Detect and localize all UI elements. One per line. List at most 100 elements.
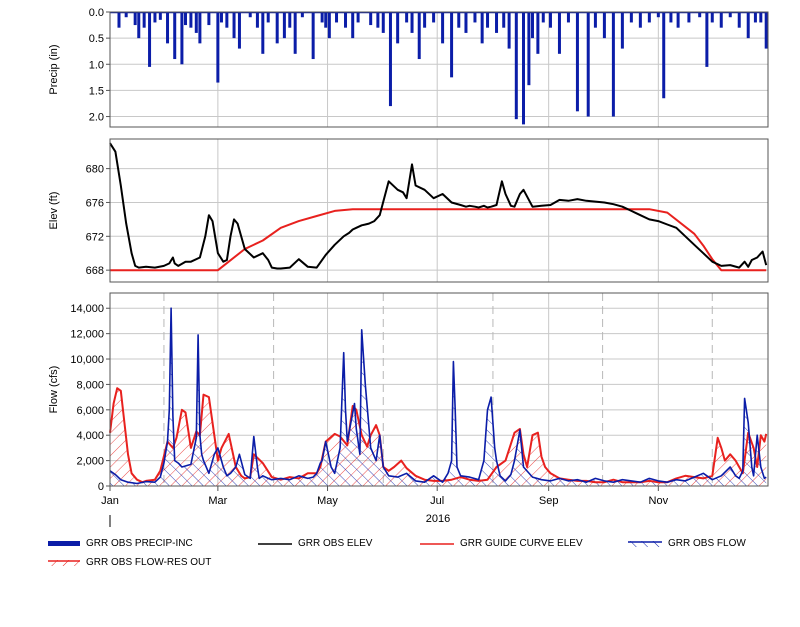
legend-item-res-out: GRR OBS FLOW-RES OUT	[48, 557, 211, 568]
precip-bar-15	[207, 12, 211, 26]
precip-bar-19	[232, 12, 236, 39]
precip-bar-8	[166, 12, 170, 44]
legend-swatch-guide-curve	[420, 542, 454, 545]
precip-bar-42	[396, 12, 400, 44]
precip-bar-59	[521, 12, 525, 125]
elev-ytick-label-2: 676	[86, 197, 104, 209]
precip-bar-84	[719, 12, 723, 28]
elev-ytick-label-0: 668	[86, 265, 104, 277]
precip-ytick-label-2: 1.0	[89, 59, 104, 71]
precip-bar-71	[611, 12, 615, 117]
precip-bar-35	[344, 12, 348, 28]
flow-ytick-label-0: 0	[98, 481, 104, 493]
precip-bar-5	[148, 12, 152, 67]
precip-bar-22	[255, 12, 259, 28]
precip-bar-4	[142, 12, 146, 28]
precip-bar-90	[764, 12, 768, 49]
legend-item-obs-flow: GRR OBS FLOW	[628, 538, 746, 549]
precip-bar-28	[293, 12, 297, 54]
legend-item-precip: GRR OBS PRECIP-INC	[48, 538, 193, 549]
precip-bar-78	[669, 12, 673, 23]
precip-bar-80	[687, 12, 691, 23]
precip-bar-13	[194, 12, 198, 33]
precip-bar-44	[410, 12, 414, 33]
precip-bar-0	[117, 12, 121, 28]
flow-ytick-label-6: 12,000	[70, 329, 104, 341]
precip-bar-79	[676, 12, 680, 28]
legend-item-guide-curve: GRR GUIDE CURVE ELEV	[420, 538, 583, 549]
flow-ytick-label-2: 4,000	[76, 430, 104, 442]
precip-bar-18	[225, 12, 229, 28]
legend-swatch-obs-flow	[628, 540, 662, 547]
precip-bar-34	[335, 12, 339, 23]
elev-ytick-label-1: 672	[86, 231, 104, 243]
flow-ytick-label-1: 2,000	[76, 456, 104, 468]
precip-bar-74	[638, 12, 642, 28]
precip-bar-65	[557, 12, 561, 54]
precip-bar-20	[237, 12, 241, 49]
flow-panel: 0 2,000 4,000 6,000 8,000 10,000 12,000 14,000 F…	[48, 292, 769, 493]
precip-bar-70	[602, 12, 606, 39]
x-tick-label-1: Mar	[208, 495, 227, 507]
precip-bar-25	[275, 12, 279, 44]
hydrograph-chart: 0.0 0.5 1.0 1.5 2.0 Precip (in) 668 672 676 680 E…	[48, 7, 769, 527]
precip-bar-26	[282, 12, 286, 39]
precip-bar-48	[441, 12, 445, 44]
legend-swatch-precip	[48, 540, 80, 546]
precip-bar-83	[710, 12, 714, 23]
legend-item-elev: GRR OBS ELEV	[258, 538, 372, 549]
precip-bar-10	[180, 12, 184, 65]
precip-bar-57	[507, 12, 511, 49]
flow-ytick-label-4: 8,000	[76, 379, 104, 391]
precip-bar-24	[266, 12, 270, 23]
precip-bar-27	[288, 12, 292, 28]
legend-label-res-out: GRR OBS FLOW-RES OUT	[86, 557, 212, 568]
flow-ytick-label-5: 10,000	[70, 354, 104, 366]
flow-ytick-label-7: 14,000	[70, 303, 104, 315]
legend-label-obs-flow: GRR OBS FLOW	[668, 538, 746, 549]
precip-bar-12	[189, 12, 193, 28]
precip-bar-33	[327, 12, 331, 39]
precip-bar-47	[432, 12, 436, 23]
flow-ylabel: Flow (cfs)	[48, 366, 60, 414]
x-axis: Jan Mar May Jul Sep Nov 2016	[101, 486, 669, 527]
precip-bar-64	[548, 12, 552, 28]
precip-ytick-label-0: 0.0	[89, 7, 104, 19]
precip-bar-52	[473, 12, 477, 23]
x-year-label: 2016	[426, 513, 450, 525]
precip-bar-9	[173, 12, 177, 60]
precip-bar-60	[527, 12, 531, 86]
precip-bar-88	[753, 12, 757, 23]
precip-bar-53	[480, 12, 484, 44]
precip-bar-67	[575, 12, 579, 112]
precip-bar-6	[153, 12, 157, 23]
precip-background	[110, 12, 768, 127]
x-tick-label-4: Sep	[539, 495, 559, 507]
precip-bar-37	[356, 12, 360, 23]
precip-bar-41	[388, 12, 392, 107]
precip-bar-17	[219, 12, 223, 23]
precip-bar-51	[464, 12, 468, 33]
precip-bar-61	[530, 12, 534, 39]
precip-bar-45	[417, 12, 421, 60]
precip-bar-16	[216, 12, 220, 83]
precip-ytick-label-4: 2.0	[89, 112, 104, 124]
precip-bar-23	[261, 12, 265, 54]
precip-bar-56	[502, 12, 506, 28]
precip-bar-58	[514, 12, 518, 120]
precip-bar-82	[705, 12, 709, 67]
precip-bar-54	[486, 12, 490, 28]
precip-ytick-label-1: 0.5	[89, 33, 104, 45]
precip-bar-89	[759, 12, 763, 23]
precip-bar-39	[376, 12, 380, 28]
precip-bar-75	[647, 12, 651, 23]
legend-label-precip: GRR OBS PRECIP-INC	[86, 538, 193, 549]
flow-ytick-label-3: 6,000	[76, 405, 104, 417]
precip-bar-40	[381, 12, 385, 33]
precip-bar-14	[198, 12, 202, 44]
elev-ytick-label-3: 680	[86, 164, 104, 176]
precip-panel: 0.0 0.5 1.0 1.5 2.0 Precip (in)	[48, 7, 769, 128]
x-tick-label-5: Nov	[649, 495, 669, 507]
precip-bar-32	[324, 12, 328, 28]
precip-bar-30	[311, 12, 315, 60]
